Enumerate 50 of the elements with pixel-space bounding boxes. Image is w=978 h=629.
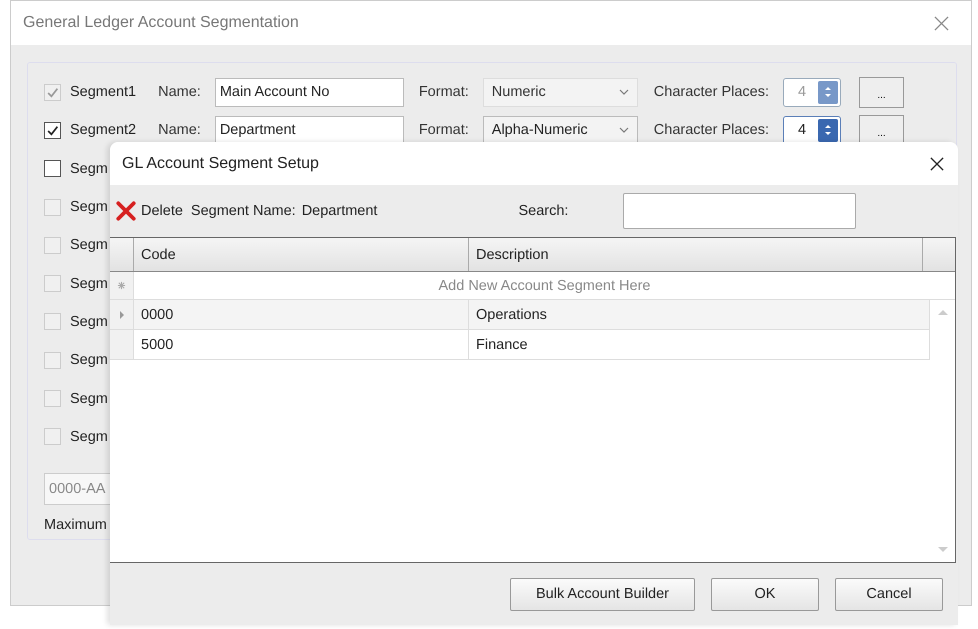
checkbox[interactable]: [44, 160, 61, 178]
character-places-label: Character Places:: [654, 84, 770, 100]
name-field[interactable]: Department: [214, 116, 404, 145]
segment-label: Segm: [70, 314, 108, 330]
segment-label: Segm: [70, 160, 108, 177]
caret-icon[interactable]: [618, 127, 629, 134]
segment-label: Segm: [70, 428, 108, 445]
caret-icon[interactable]: [618, 89, 629, 96]
table-cell: 0000: [134, 300, 469, 329]
format-label: Format:: [418, 84, 469, 100]
close-icon[interactable]: [930, 156, 944, 170]
segment-label: Segm: [70, 390, 108, 407]
grid-row[interactable]: 5000 Finance: [110, 330, 930, 360]
segment-label: Segment2: [70, 122, 136, 138]
maximum-label: Maximum: [44, 516, 108, 533]
scroll-down-icon[interactable]: [936, 546, 948, 554]
segment-label: Segm: [70, 352, 108, 368]
delete-icon: [115, 200, 137, 222]
column-header[interactable]: Description: [469, 238, 923, 271]
search-field[interactable]: [623, 193, 856, 229]
format-label: Format:: [418, 122, 469, 138]
dialog-button[interactable]: Cancel: [835, 578, 943, 610]
grid-row[interactable]: 0000 Operations: [110, 300, 930, 330]
table-cell: 5000: [134, 330, 469, 359]
row-pointer-icon: [118, 310, 124, 320]
new-row-icon: [117, 281, 126, 290]
dialog-title: GL Account Segment Setup: [122, 154, 319, 172]
search-label: Search:: [518, 203, 568, 219]
new-row-prompt[interactable]: Add New Account Segment Here: [134, 272, 955, 299]
dialog-button[interactable]: OK: [711, 578, 819, 610]
segment-name-label: Segment Name:: [190, 203, 296, 219]
checkbox[interactable]: [44, 122, 61, 139]
row-header-cell[interactable]: [110, 330, 134, 359]
segment-label: Segm: [70, 199, 108, 216]
column-header[interactable]: Code: [134, 238, 469, 271]
delete-button[interactable]: Delete: [110, 200, 183, 222]
format-dropdown[interactable]: Alpha-Numeric: [482, 116, 638, 145]
spin-arrows-icon[interactable]: [818, 118, 838, 142]
character-places-label: Character Places:: [654, 122, 770, 138]
window-title: General Ledger Account Segmentation: [23, 14, 299, 32]
segment-label: Segment1: [70, 84, 136, 100]
dialog-button[interactable]: Bulk Account Builder: [510, 578, 695, 610]
segment-label: Segm: [70, 276, 108, 292]
name-label: Name:: [158, 122, 201, 138]
character-places-spinner[interactable]: 4: [783, 116, 842, 145]
name-label: Name:: [158, 84, 201, 100]
segment-name-value: Department: [302, 203, 378, 219]
spin-arrows-icon[interactable]: [818, 80, 838, 104]
segment-label: Segm: [70, 237, 108, 254]
scroll-up-icon[interactable]: [936, 308, 948, 316]
